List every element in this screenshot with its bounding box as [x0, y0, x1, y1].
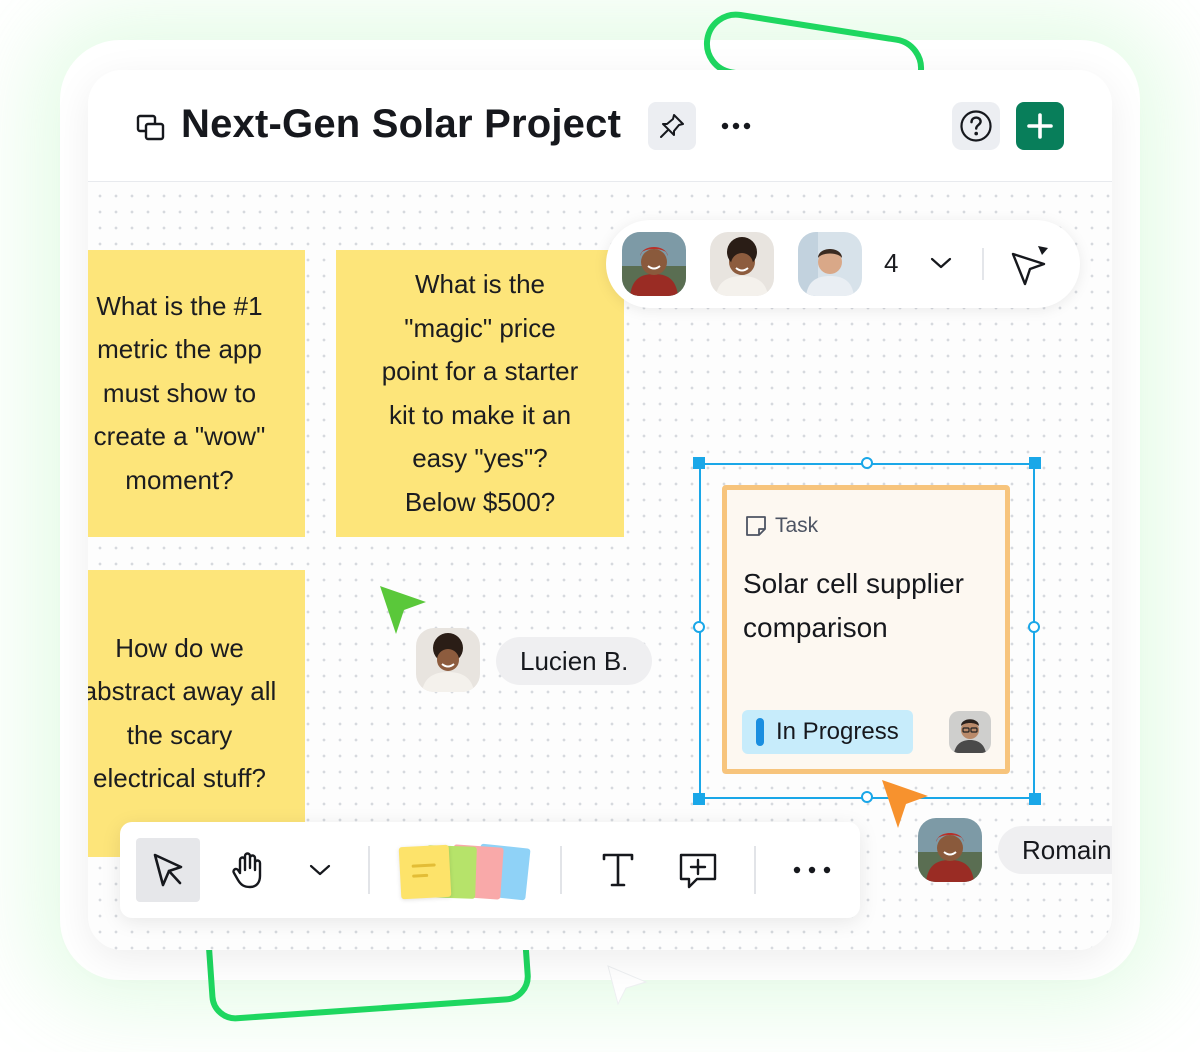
comment-add-icon	[679, 853, 717, 889]
more-horizontal-icon	[793, 866, 831, 874]
sticky-notes-icon[interactable]	[396, 842, 536, 906]
sticky-note-text: What is the #1 metric the app must show …	[93, 290, 266, 495]
divider	[560, 846, 562, 894]
task-title: Solar cell supplier comparison	[743, 568, 964, 643]
decorative-arrow-icon	[607, 965, 648, 1006]
help-button[interactable]	[952, 102, 1000, 150]
select-tool-button[interactable]	[136, 838, 200, 902]
resize-handle[interactable]	[861, 791, 873, 803]
status-label: In Progress	[776, 718, 899, 745]
collaborator-cursor-icon	[380, 586, 426, 634]
sticky-note-text: How do we abstract away all the scary el…	[88, 632, 277, 794]
avatar[interactable]	[416, 628, 480, 692]
select-icon	[153, 853, 183, 887]
bottom-toolbar	[120, 822, 860, 918]
resize-handle[interactable]	[1029, 793, 1041, 805]
task-card[interactable]: Task Solar cell supplier comparison In P…	[722, 485, 1010, 774]
toolbar-more-button[interactable]	[780, 838, 844, 902]
collaborators-bar: 4	[606, 220, 1080, 308]
sticky-note[interactable]: What is the "magic" price point for a st…	[336, 250, 624, 537]
plus-icon	[1027, 113, 1053, 139]
hand-icon	[232, 852, 262, 889]
collaborator-count: 4	[884, 248, 899, 278]
resize-handle[interactable]	[693, 457, 705, 469]
chevron-down-icon[interactable]	[930, 256, 952, 270]
avatar[interactable]	[798, 232, 862, 296]
divider	[982, 248, 984, 280]
board-window: Next-Gen Solar Project What is the #1 me…	[88, 70, 1112, 950]
divider	[368, 846, 370, 894]
comment-tool-button[interactable]	[666, 838, 730, 902]
sticky-note[interactable]: How do we abstract away all the scary el…	[88, 570, 305, 857]
board-more-button[interactable]	[712, 102, 760, 150]
pin-button[interactable]	[648, 102, 696, 150]
divider	[754, 846, 756, 894]
avatar[interactable]	[918, 818, 982, 882]
resize-handle[interactable]	[693, 621, 705, 633]
more-horizontal-icon	[721, 122, 751, 130]
status-indicator	[756, 718, 764, 746]
sticky-note-icon	[746, 516, 766, 536]
resize-handle[interactable]	[1029, 457, 1041, 469]
board-copy-icon	[136, 114, 165, 141]
help-circle-icon	[960, 110, 992, 142]
sticky-note[interactable]: What is the #1 metric the app must show …	[88, 250, 305, 537]
collaborator-name-tag: Lucien B.	[496, 637, 653, 685]
status-badge[interactable]: In Progress	[742, 710, 913, 754]
collaborator-name-tag: Romain	[998, 826, 1112, 874]
chevron-down-icon	[309, 864, 331, 876]
avatar[interactable]	[710, 232, 774, 296]
avatar[interactable]	[622, 232, 686, 296]
resize-handle[interactable]	[693, 793, 705, 805]
task-type-label: Task	[775, 514, 819, 537]
board-header: Next-Gen Solar Project	[88, 70, 1112, 182]
text-icon	[602, 853, 634, 887]
text-tool-button[interactable]	[586, 838, 650, 902]
avatar[interactable]	[949, 711, 991, 753]
sticky-note-text: What is the "magic" price point for a st…	[381, 269, 579, 517]
pin-icon	[660, 114, 684, 138]
task-header: Task	[745, 514, 818, 538]
resize-handle[interactable]	[1028, 621, 1040, 633]
page-title: Next-Gen Solar Project	[181, 102, 622, 146]
hand-tool-button[interactable]	[216, 838, 280, 902]
board-canvas[interactable]: What is the #1 metric the app must show …	[88, 182, 1112, 950]
tool-options-button[interactable]	[288, 838, 352, 902]
add-button[interactable]	[1016, 102, 1064, 150]
resize-handle[interactable]	[861, 457, 873, 469]
cursor-arrow-icon[interactable]	[1008, 242, 1052, 288]
